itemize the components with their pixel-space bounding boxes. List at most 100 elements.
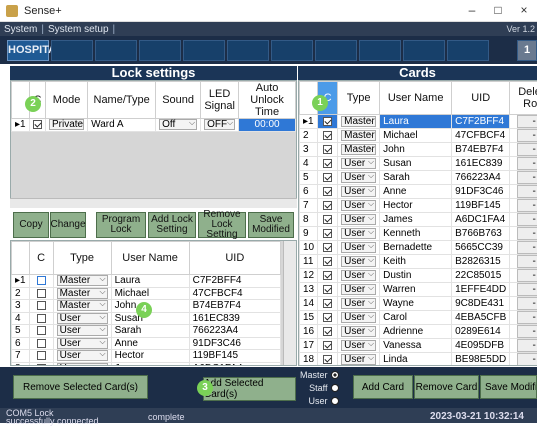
- type-select[interactable]: User: [341, 186, 376, 197]
- type-select[interactable]: User: [57, 363, 108, 366]
- type-select[interactable]: User: [57, 350, 108, 361]
- change-button[interactable]: Change: [50, 212, 86, 238]
- delete-row-button[interactable]: -: [517, 157, 537, 170]
- tab-empty[interactable]: [271, 40, 313, 61]
- vertical-scrollbar[interactable]: [283, 241, 296, 366]
- col-type[interactable]: Type: [338, 82, 380, 115]
- uid-cell[interactable]: BE98E5DD: [452, 353, 510, 367]
- table-row[interactable]: 15UserCarol4EBA5CFB-: [300, 311, 537, 325]
- table-row[interactable]: 17UserVanessa4E095DFB-: [300, 339, 537, 353]
- uid-cell[interactable]: 47CFBCF4: [189, 287, 280, 300]
- row-checkbox[interactable]: [323, 271, 332, 280]
- table-row[interactable]: 6UserAnne91DF3C46: [12, 337, 281, 350]
- user-name-cell[interactable]: Wayne: [380, 297, 452, 311]
- delete-row-button[interactable]: -: [517, 143, 537, 156]
- remove-selected-cards-button[interactable]: Remove Selected Card(s): [13, 375, 148, 399]
- row-checkbox[interactable]: [323, 243, 332, 252]
- row-checkbox[interactable]: [323, 257, 332, 266]
- table-row[interactable]: 5UserSarah766223A4: [12, 325, 281, 338]
- uid-cell[interactable]: 5665CC39: [452, 241, 510, 255]
- delete-row-button[interactable]: -: [517, 213, 537, 226]
- type-select[interactable]: User: [341, 326, 376, 337]
- delete-row-button[interactable]: -: [517, 241, 537, 254]
- type-select[interactable]: Master: [57, 300, 108, 311]
- program-lock-button[interactable]: Program Lock: [96, 212, 146, 238]
- tab-hospital[interactable]: HOSPITA: [7, 40, 49, 61]
- table-row[interactable]: 8UserJamesA6DC1FA4: [12, 362, 281, 366]
- row-checkbox[interactable]: [323, 117, 332, 126]
- user-name-cell[interactable]: Sarah: [380, 171, 452, 185]
- remove-card-button[interactable]: Remove Card: [414, 375, 479, 399]
- close-button[interactable]: ×: [511, 0, 537, 22]
- col-type[interactable]: Type: [53, 242, 111, 275]
- row-checkbox[interactable]: [323, 327, 332, 336]
- col-auto-unlock[interactable]: Auto Unlock Time: [239, 82, 296, 119]
- col-c[interactable]: C: [29, 242, 53, 275]
- delete-row-button[interactable]: -: [517, 325, 537, 338]
- table-row[interactable]: 7UserHector119BF145: [12, 350, 281, 363]
- add-selected-cards-button[interactable]: Add Selected Card(s): [203, 377, 296, 401]
- delete-row-button[interactable]: -: [517, 255, 537, 268]
- delete-row-button[interactable]: -: [517, 297, 537, 310]
- col-delete-row[interactable]: Delete Row: [510, 82, 537, 115]
- uid-cell[interactable]: A6DC1FA4: [452, 213, 510, 227]
- table-row[interactable]: ▸1MasterLauraC7F2BFF4-: [300, 115, 537, 129]
- col-sound[interactable]: Sound: [156, 82, 201, 119]
- col-user-name[interactable]: User Name: [380, 82, 452, 115]
- row-checkbox[interactable]: [323, 159, 332, 168]
- add-lock-setting-button[interactable]: Add Lock Setting: [148, 212, 196, 238]
- row-checkbox[interactable]: [323, 145, 332, 154]
- tab-empty[interactable]: [51, 40, 93, 61]
- row-checkbox[interactable]: [37, 339, 46, 348]
- uid-cell[interactable]: 22C85015: [452, 269, 510, 283]
- user-name-cell[interactable]: Laura: [380, 115, 452, 129]
- table-row[interactable]: 3MasterJohnB74EB7F4-: [300, 143, 537, 157]
- led-select[interactable]: OFF: [204, 119, 235, 130]
- mode-select[interactable]: Private: [49, 119, 84, 130]
- col-uid[interactable]: UID: [452, 82, 510, 115]
- uid-cell[interactable]: 0289E614: [452, 325, 510, 339]
- tab-empty[interactable]: [447, 40, 489, 61]
- delete-row-button[interactable]: -: [517, 171, 537, 184]
- row-checkbox[interactable]: [323, 131, 332, 140]
- horizontal-scrollbar[interactable]: [10, 198, 297, 208]
- col-name-type[interactable]: Name/Type: [88, 82, 156, 119]
- uid-cell[interactable]: 161EC839: [452, 157, 510, 171]
- uid-cell[interactable]: 9C8DE431: [452, 297, 510, 311]
- tab-empty[interactable]: [359, 40, 401, 61]
- uid-cell[interactable]: 766223A4: [189, 325, 280, 338]
- delete-row-button[interactable]: -: [517, 311, 537, 324]
- user-name-cell[interactable]: Michael: [380, 129, 452, 143]
- tab-page-number[interactable]: 1: [517, 40, 537, 61]
- uid-cell[interactable]: A6DC1FA4: [189, 362, 280, 366]
- tab-empty[interactable]: [315, 40, 357, 61]
- table-row[interactable]: 10UserBernadette5665CC39-: [300, 241, 537, 255]
- type-select[interactable]: User: [341, 298, 376, 309]
- type-select[interactable]: User: [341, 312, 376, 323]
- user-name-cell[interactable]: James: [380, 213, 452, 227]
- user-name-cell[interactable]: Kenneth: [380, 227, 452, 241]
- delete-row-button[interactable]: -: [517, 185, 537, 198]
- type-select[interactable]: User: [341, 340, 376, 351]
- uid-cell[interactable]: C7F2BFF4: [189, 275, 280, 288]
- menu-system-setup[interactable]: System setup: [44, 24, 113, 35]
- lock-settings-row[interactable]: ▸1 Private Ward A Off OFF 00:00: [12, 119, 296, 132]
- user-name-cell[interactable]: Linda: [380, 353, 452, 367]
- row-checkbox[interactable]: [323, 229, 332, 238]
- remove-lock-setting-button[interactable]: Remove Lock Setting: [198, 212, 246, 238]
- table-row[interactable]: 18UserLindaBE98E5DD-: [300, 353, 537, 367]
- type-select[interactable]: User: [57, 338, 108, 349]
- uid-cell[interactable]: 91DF3C46: [452, 185, 510, 199]
- uid-cell[interactable]: 47CFBCF4: [452, 129, 510, 143]
- type-select[interactable]: User: [341, 200, 376, 211]
- user-name-cell[interactable]: Dustin: [380, 269, 452, 283]
- table-row[interactable]: 2MasterMichael47CFBCF4-: [300, 129, 537, 143]
- user-name-cell[interactable]: Susan: [380, 157, 452, 171]
- row-checkbox[interactable]: [323, 299, 332, 308]
- table-row[interactable]: 8UserJamesA6DC1FA4-: [300, 213, 537, 227]
- user-name-cell[interactable]: Sarah: [111, 325, 189, 338]
- type-select[interactable]: Master: [341, 144, 376, 155]
- save-modified-button[interactable]: Save Modified: [480, 375, 537, 399]
- row-checkbox[interactable]: [323, 201, 332, 210]
- type-select[interactable]: User: [341, 270, 376, 281]
